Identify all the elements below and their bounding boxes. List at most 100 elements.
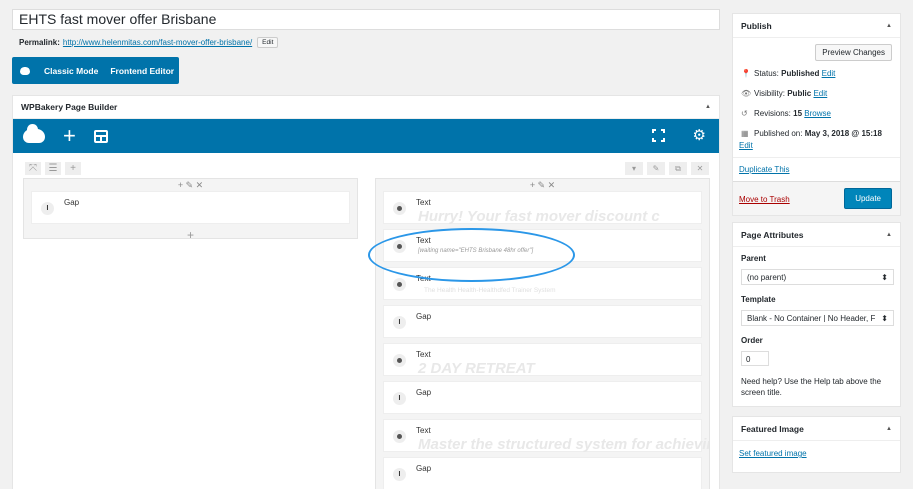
order-input[interactable]: 0: [741, 351, 769, 366]
visibility-edit-link[interactable]: Edit: [813, 89, 827, 98]
text-element[interactable]: Text Hurry! Your fast mover discount c: [383, 191, 702, 225]
post-title-input[interactable]: EHTS fast mover offer Brisbane: [12, 9, 720, 30]
row-controls-left: ⤧ ☰ +: [25, 162, 81, 175]
wpbakery-panel-title: WPBakery Page Builder: [21, 102, 118, 112]
element-name: Gap: [416, 388, 432, 397]
element-name: Text: [416, 350, 431, 359]
order-label: Order: [741, 336, 763, 345]
parent-select[interactable]: (no parent) ⬍: [741, 269, 894, 285]
element-preview: The Health Health-Healthdfed Trainer Sys…: [424, 287, 556, 294]
published-edit-link[interactable]: Edit: [739, 141, 753, 150]
row-controls-right: ▾ ✎ ⧉ ✕: [625, 162, 709, 175]
element-name: Gap: [416, 312, 432, 321]
delete-row-icon[interactable]: ✕: [691, 162, 709, 175]
gap-icon: I: [393, 392, 406, 405]
permalink-edit-button[interactable]: Edit: [257, 37, 279, 48]
help-text: Need help? Use the Help tab above the sc…: [741, 377, 882, 397]
text-element[interactable]: Text Master the structured system for ac…: [383, 419, 709, 453]
eye-icon: 👁: [741, 89, 752, 98]
wpbakery-panel: WPBakery Page Builder ▲ + ⚙ ⤧ ☰ + ▾ ✎ ⧉ …: [12, 95, 720, 489]
parent-label: Parent: [741, 254, 766, 263]
wpbakery-toolbar: + ⚙: [13, 119, 719, 153]
status-label: Status:: [754, 69, 779, 78]
column-controls[interactable]: + ✎ ✕: [376, 179, 709, 191]
preview-changes-button[interactable]: Preview Changes: [815, 44, 892, 61]
collapse-arrow-icon[interactable]: ▲: [886, 23, 892, 29]
add-element-icon[interactable]: +: [63, 125, 76, 147]
cloud-logo-icon[interactable]: [23, 124, 45, 143]
move-row-icon[interactable]: ⤧: [25, 162, 41, 175]
revisions-row: ↺ Revisions: 15 Browse: [741, 109, 831, 118]
edit-row-icon[interactable]: ✎: [647, 162, 665, 175]
select-arrows-icon: ⬍: [881, 314, 888, 323]
collapse-arrow-icon[interactable]: ▲: [886, 232, 892, 238]
element-preview: 2 DAY RETREAT: [418, 360, 535, 377]
move-to-trash-link[interactable]: Move to Trash: [739, 195, 790, 204]
template-select-value: Blank - No Container | No Header, F: [747, 314, 876, 322]
collapse-arrow-icon[interactable]: ▲: [886, 426, 892, 432]
visibility-row: 👁 Visibility: Public Edit: [741, 89, 827, 98]
revisions-icon: ↺: [741, 109, 748, 118]
set-featured-image-link[interactable]: Set featured image: [739, 449, 807, 458]
revisions-browse-link[interactable]: Browse: [804, 109, 831, 118]
builder-column-right: + ✎ ✕ Text Hurry! Your fast mover discou…: [375, 178, 710, 489]
clone-row-icon[interactable]: ⧉: [669, 162, 687, 175]
publish-box-header[interactable]: Publish ▲: [733, 14, 900, 38]
publish-title: Publish: [741, 20, 772, 31]
gap-icon: I: [41, 202, 54, 215]
classic-mode-button[interactable]: Classic Mode: [44, 66, 98, 76]
duplicate-this-link[interactable]: Duplicate This: [739, 165, 790, 174]
text-block-icon: [393, 278, 406, 291]
featured-image-title: Featured Image: [741, 423, 804, 434]
element-preview: Master the structured system for achievi…: [418, 436, 709, 453]
element-name: Text: [416, 198, 431, 207]
permalink-link[interactable]: http://www.helenmitas.com/fast-mover-off…: [63, 38, 252, 47]
template-label: Template: [741, 295, 776, 304]
gap-element[interactable]: I Gap: [383, 381, 702, 414]
pin-icon: 📍: [741, 69, 751, 78]
collapse-arrow-icon[interactable]: ▲: [705, 104, 711, 110]
wpbakery-logo-icon: [20, 66, 30, 75]
frontend-editor-button[interactable]: Frontend Editor: [110, 66, 174, 76]
published-value: May 3, 2018 @ 15:18: [804, 129, 882, 138]
toggle-row-icon[interactable]: ▾: [625, 162, 643, 175]
element-name: Gap: [416, 464, 432, 473]
text-element[interactable]: Text 2 DAY RETREAT: [383, 343, 702, 377]
gap-element[interactable]: I Gap: [31, 191, 350, 224]
status-edit-link[interactable]: Edit: [822, 69, 836, 78]
gap-icon: I: [393, 316, 406, 329]
status-row: 📍 Status: Published Edit: [741, 69, 835, 78]
select-arrows-icon: ⬍: [881, 273, 888, 282]
permalink-label: Permalink:: [19, 38, 60, 47]
published-label: Published on:: [754, 129, 803, 138]
column-controls[interactable]: + ✎ ✕: [24, 179, 357, 191]
featured-image-header[interactable]: Featured Image ▲: [733, 417, 900, 441]
template-select[interactable]: Blank - No Container | No Header, F ⬍: [741, 310, 894, 326]
update-button[interactable]: Update: [844, 188, 892, 209]
parent-select-value: (no parent): [747, 273, 787, 282]
wpbakery-panel-header[interactable]: WPBakery Page Builder ▲: [13, 96, 719, 119]
page-attributes-box: Page Attributes ▲ Parent (no parent) ⬍ T…: [732, 222, 901, 407]
element-name: Text: [416, 426, 431, 435]
publish-box: Publish ▲ Preview Changes 📍 Status: Publ…: [732, 13, 901, 216]
revisions-value: 15: [793, 109, 803, 118]
settings-gear-icon[interactable]: ⚙: [693, 128, 706, 143]
builder-column-left: + ✎ ✕ I Gap +: [23, 178, 358, 241]
row-layout-icon[interactable]: ☰: [45, 162, 61, 175]
publish-actions: Move to Trash Update: [733, 181, 900, 215]
revisions-label: Revisions:: [754, 109, 791, 118]
featured-image-box: Featured Image ▲ Set featured image: [732, 416, 901, 473]
add-element-to-column-icon[interactable]: +: [24, 229, 357, 241]
text-block-icon: [393, 354, 406, 367]
element-preview: Hurry! Your fast mover discount c: [418, 208, 660, 225]
fullscreen-icon[interactable]: [652, 129, 665, 142]
status-value: Published: [781, 69, 820, 78]
visibility-value: Public: [787, 89, 812, 98]
page-attributes-header[interactable]: Page Attributes ▲: [733, 223, 900, 247]
gap-element[interactable]: I Gap: [383, 305, 702, 338]
templates-icon[interactable]: [93, 129, 108, 143]
add-column-icon[interactable]: +: [65, 162, 81, 175]
gap-element[interactable]: I Gap: [383, 457, 702, 489]
permalink-row: Permalink: http://www.helenmitas.com/fas…: [19, 37, 279, 48]
highlight-ellipse: [368, 228, 575, 282]
